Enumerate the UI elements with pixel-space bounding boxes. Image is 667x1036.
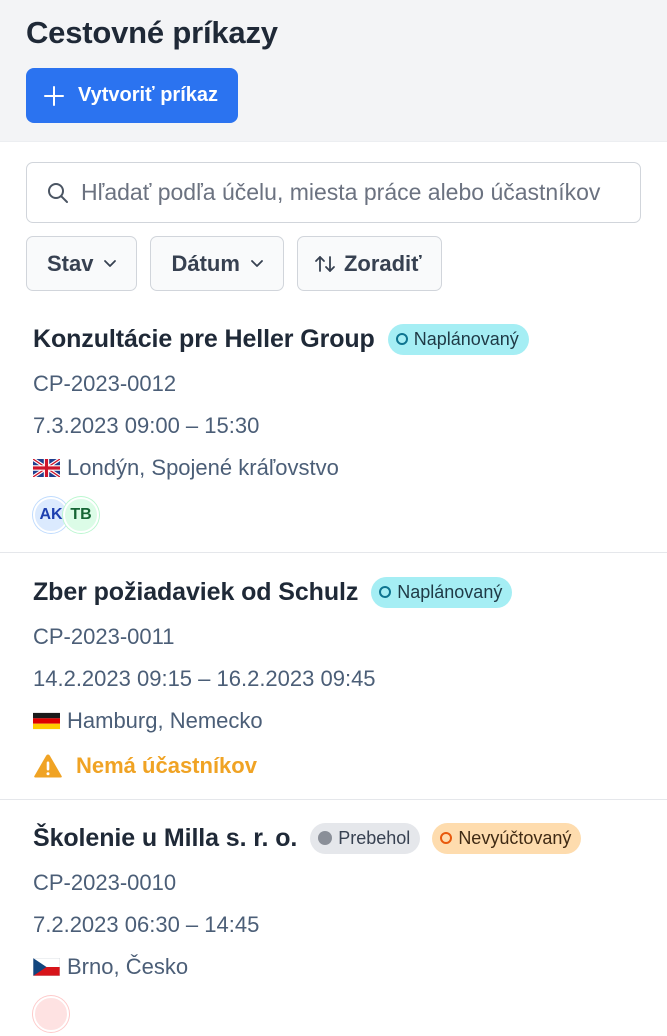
status-badge-label: Naplánovaný bbox=[413, 328, 519, 349]
order-dates: 7.3.2023 09:00 – 15:30 bbox=[33, 413, 260, 438]
order-title-row: Zber požiadaviek od Schulz Naplánovaný bbox=[33, 574, 667, 610]
create-order-button[interactable]: Vytvoriť príkaz bbox=[26, 68, 238, 123]
page-title: Cestovné príkazy bbox=[26, 15, 278, 50]
filter-bar: Stav Dátum Zoradiť bbox=[26, 236, 442, 291]
circle-icon bbox=[395, 333, 408, 345]
no-participants-text: Nemá účastníkov bbox=[76, 753, 257, 778]
plus-icon bbox=[43, 85, 65, 107]
circle-icon bbox=[440, 832, 453, 844]
status-filter-button[interactable]: Stav bbox=[26, 236, 138, 291]
page-header: Cestovné príkazy Vytvoriť príkaz bbox=[0, 0, 667, 142]
warning-icon bbox=[34, 754, 62, 778]
status-badge-label: Nevyúčtovaný bbox=[458, 827, 572, 848]
dot-icon bbox=[318, 831, 333, 845]
order-location: Hamburg, Nemecko bbox=[33, 700, 667, 742]
order-location: Londýn, Spojené kráľovstvo bbox=[33, 447, 667, 489]
order-title: Konzultácie pre Heller Group bbox=[33, 324, 375, 353]
sort-button[interactable]: Zoradiť bbox=[296, 236, 442, 291]
order-dates: 14.2.2023 09:15 – 16.2.2023 09:45 bbox=[33, 666, 376, 691]
order-location: Brno, Česko bbox=[33, 946, 667, 988]
date-filter-label: Dátum bbox=[171, 250, 240, 276]
order-location-text: Hamburg, Nemecko bbox=[67, 708, 263, 733]
sort-label: Zoradiť bbox=[343, 250, 422, 276]
order-id: CP-2023-0012 bbox=[33, 371, 177, 396]
status-badge-planned: Naplánovaný bbox=[371, 576, 513, 608]
status-badge-label: Prebehol bbox=[338, 827, 411, 848]
avatar[interactable]: TB bbox=[63, 497, 99, 533]
participant-avatars: AK TB bbox=[33, 497, 667, 537]
order-dates: 7.2.2023 06:30 – 14:45 bbox=[33, 912, 260, 937]
order-title-row: Školenie u Milla s. r. o. Prebehol Nevyú… bbox=[33, 820, 667, 856]
order-id: CP-2023-0011 bbox=[33, 624, 175, 649]
participant-avatars bbox=[33, 996, 667, 1036]
search-input[interactable] bbox=[79, 178, 622, 207]
de-flag-icon bbox=[33, 712, 60, 730]
create-order-label: Vytvoriť príkaz bbox=[78, 84, 218, 106]
order-id: CP-2023-0010 bbox=[33, 870, 177, 895]
status-badge-planned: Naplánovaný bbox=[387, 323, 529, 355]
order-title: Zber požiadaviek od Schulz bbox=[33, 577, 359, 606]
date-filter-button[interactable]: Dátum bbox=[150, 236, 284, 291]
status-filter-label: Stav bbox=[47, 250, 94, 276]
order-location-text: Brno, Česko bbox=[67, 954, 189, 979]
status-badge-done: Prebehol bbox=[310, 822, 421, 854]
chevron-down-icon bbox=[104, 260, 117, 267]
cz-flag-icon bbox=[33, 958, 60, 976]
no-participants-warning: Nemá účastníkov bbox=[33, 744, 667, 788]
order-card[interactable]: Konzultácie pre Heller Group Naplánovaný… bbox=[0, 321, 667, 553]
gb-flag-icon bbox=[33, 459, 60, 477]
order-title: Školenie u Milla s. r. o. bbox=[33, 823, 298, 852]
avatar[interactable] bbox=[33, 996, 69, 1032]
status-badge-label: Naplánovaný bbox=[397, 581, 503, 602]
order-card[interactable]: Zber požiadaviek od Schulz Naplánovaný C… bbox=[0, 574, 667, 800]
sort-arrows-icon bbox=[315, 255, 335, 272]
chevron-down-icon bbox=[251, 260, 263, 267]
order-title-row: Konzultácie pre Heller Group Naplánovaný bbox=[33, 321, 667, 357]
circle-icon bbox=[379, 586, 392, 598]
search-icon bbox=[48, 182, 68, 203]
order-location-text: Londýn, Spojené kráľovstvo bbox=[67, 455, 339, 480]
order-card[interactable]: Školenie u Milla s. r. o. Prebehol Nevyú… bbox=[0, 820, 667, 1032]
search-box[interactable] bbox=[26, 162, 641, 223]
status-badge-unbilled: Nevyúčtovaný bbox=[432, 822, 582, 854]
